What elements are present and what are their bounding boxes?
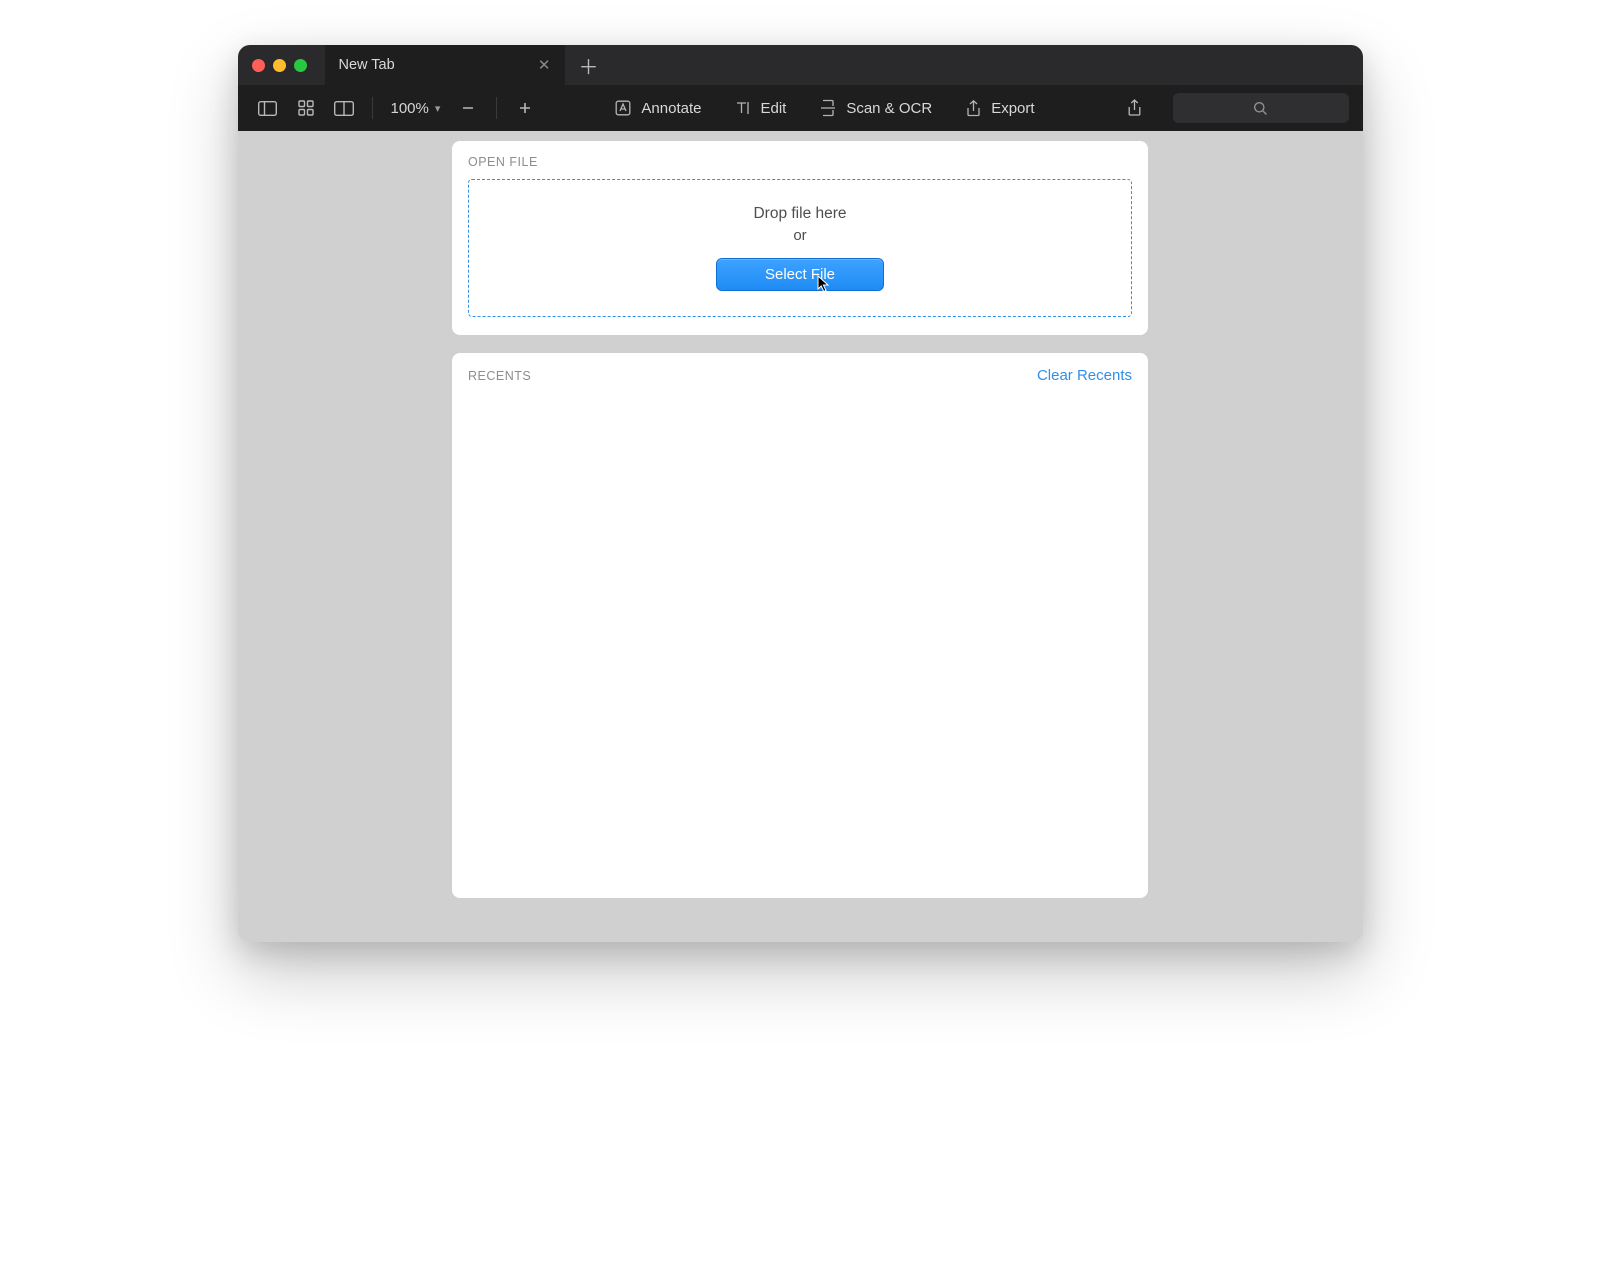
select-file-button[interactable]: Select File [716, 258, 884, 291]
app-window: New Tab ✕ ＋ 100 [238, 45, 1363, 942]
clear-recents-button[interactable]: Clear Recents [1037, 367, 1132, 384]
zoom-dropdown[interactable]: 100% ▾ [385, 100, 447, 117]
window-controls [252, 59, 307, 72]
minimize-window-button[interactable] [273, 59, 286, 72]
export-icon [966, 100, 981, 117]
toolbar: 100% ▾ Annotate [238, 85, 1363, 131]
export-label: Export [991, 100, 1034, 117]
titlebar: New Tab ✕ ＋ [238, 45, 1363, 85]
annotate-button[interactable]: Annotate [601, 91, 715, 125]
select-file-label: Select File [765, 266, 835, 283]
annotate-label: Annotate [641, 100, 701, 117]
edit-label: Edit [760, 100, 786, 117]
recents-panel: RECENTS Clear Recents [452, 353, 1148, 898]
share-icon[interactable] [1119, 92, 1151, 124]
scan-ocr-button[interactable]: Scan & OCR [806, 91, 946, 125]
drop-or-text: or [793, 227, 806, 244]
two-page-view-icon[interactable] [328, 92, 360, 124]
edit-button[interactable]: Edit [721, 91, 800, 125]
export-button[interactable]: Export [952, 91, 1048, 125]
recents-heading: RECENTS [468, 369, 531, 383]
grid-view-icon[interactable] [290, 92, 322, 124]
chevron-down-icon: ▾ [435, 102, 441, 115]
zoom-window-button[interactable] [294, 59, 307, 72]
zoom-in-button[interactable] [509, 92, 541, 124]
zoom-value: 100% [391, 100, 429, 117]
tab-new[interactable]: New Tab ✕ [325, 45, 565, 85]
drop-hint-text: Drop file here [753, 205, 846, 223]
sidebar-toggle-icon[interactable] [252, 92, 284, 124]
content-area: OPEN FILE Drop file here or Select File … [238, 131, 1363, 942]
scan-ocr-icon [820, 99, 836, 117]
close-window-button[interactable] [252, 59, 265, 72]
edit-icon [735, 100, 750, 116]
open-file-heading: OPEN FILE [468, 155, 538, 169]
scan-ocr-label: Scan & OCR [846, 100, 932, 117]
tab-title: New Tab [339, 57, 395, 73]
file-dropzone[interactable]: Drop file here or Select File [468, 179, 1132, 317]
close-tab-icon[interactable]: ✕ [538, 56, 551, 74]
annotate-icon [615, 100, 631, 116]
zoom-out-button[interactable] [452, 92, 484, 124]
search-icon [1253, 101, 1268, 116]
search-input[interactable] [1173, 93, 1349, 123]
new-tab-button[interactable]: ＋ [565, 51, 613, 80]
toolbar-separator [496, 97, 497, 119]
open-file-panel: OPEN FILE Drop file here or Select File [452, 141, 1148, 335]
toolbar-separator [372, 97, 373, 119]
